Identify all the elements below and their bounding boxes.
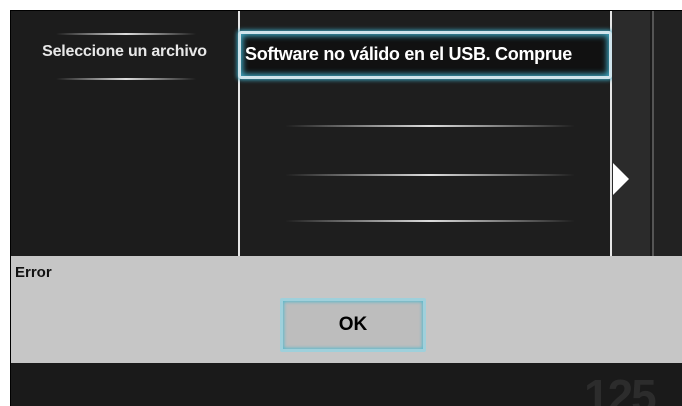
- bottom-bar: 125: [11, 363, 682, 406]
- empty-list-item[interactable]: [285, 125, 575, 127]
- side-strip: [652, 11, 682, 256]
- file-select-label: Seleccione un archivo: [42, 43, 207, 60]
- triangle-right-icon[interactable]: [613, 163, 629, 195]
- selected-item-text: Software no válido en el USB. Comprue: [245, 44, 572, 64]
- ok-button-label: OK: [338, 314, 368, 335]
- scroll-strip: [612, 11, 650, 256]
- selected-list-item[interactable]: Software no válido en el USB. Comprue: [238, 31, 612, 79]
- empty-list-item[interactable]: [285, 174, 575, 176]
- ok-button[interactable]: OK: [280, 298, 426, 352]
- divider-line: [56, 78, 196, 80]
- empty-list-item[interactable]: [285, 220, 575, 222]
- dialog-title: Error: [15, 264, 52, 281]
- tv-screen: Seleccione un archivo Software no válido…: [10, 10, 682, 406]
- divider-line: [56, 33, 196, 35]
- page-number-watermark: 125: [584, 370, 657, 406]
- file-select-panel: Seleccione un archivo: [11, 11, 238, 256]
- error-dialog: Error OK: [11, 256, 682, 363]
